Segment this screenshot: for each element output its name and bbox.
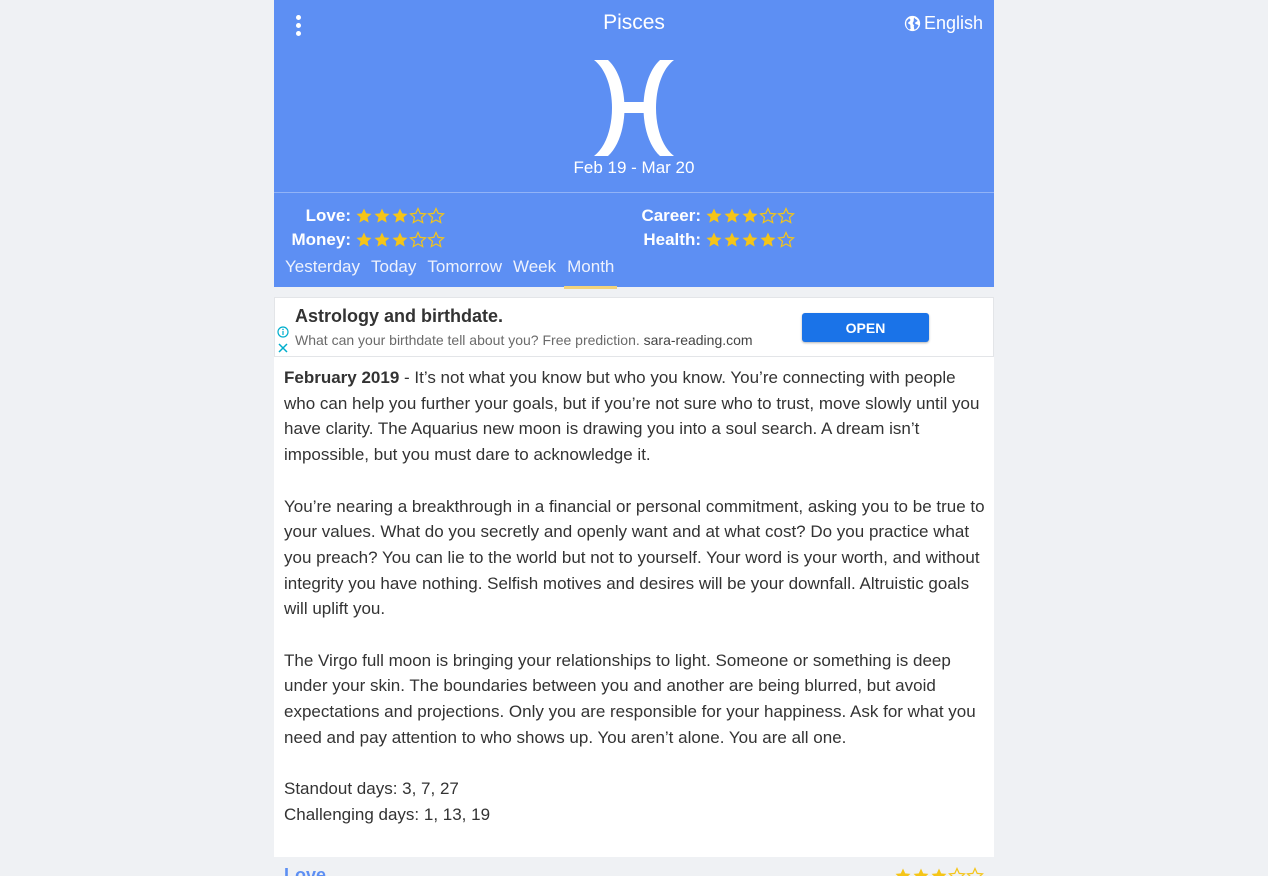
rating-stars: [355, 207, 445, 225]
date-range: Feb 19 - Mar 20: [573, 158, 695, 177]
close-icon[interactable]: [277, 342, 289, 354]
ad-banner[interactable]: Astrology and birthdate. What can your b…: [274, 297, 994, 357]
star-filled-icon: [724, 208, 740, 223]
star-filled-icon: [374, 208, 390, 223]
love-section-label[interactable]: Love: [284, 865, 326, 876]
love-section: Love: [274, 857, 994, 876]
star-filled-icon: [724, 232, 740, 247]
star-filled-icon: [895, 868, 911, 876]
star-filled-icon: [760, 232, 776, 247]
rating-label: Money:: [291, 230, 352, 249]
star-filled-icon: [931, 868, 947, 876]
challenging-days: Challenging days: 1, 13, 19: [284, 804, 491, 824]
rating-stars: [355, 231, 445, 249]
star-filled-icon: [742, 232, 758, 247]
horoscope-period: February 2019: [284, 368, 400, 387]
star-empty-icon: [427, 207, 445, 224]
love-section-stars: [894, 867, 984, 876]
star-empty-icon: [948, 867, 966, 876]
rating-love: Love:: [274, 205, 445, 227]
standout-days: Standout days: 3, 7, 27: [284, 779, 459, 799]
tab-month[interactable]: Month: [564, 257, 618, 289]
tab-tomorrow[interactable]: Tomorrow: [424, 257, 505, 283]
star-empty-icon: [777, 207, 795, 224]
star-empty-icon: [759, 207, 777, 224]
language-label: English: [923, 13, 983, 33]
star-empty-icon: [966, 867, 984, 876]
star-filled-icon: [742, 208, 758, 223]
app-container: Pisces English Feb 19 - Mar 20 Love: Car…: [274, 0, 994, 876]
globe-icon: [904, 15, 921, 32]
ad-domain[interactable]: sara-reading.com: [644, 332, 753, 348]
page-title: Pisces: [603, 11, 665, 34]
ad-description: What can your birthdate tell about you? …: [295, 332, 753, 348]
rating-stars: [705, 207, 795, 225]
star-filled-icon: [392, 232, 408, 247]
star-empty-icon: [777, 231, 795, 248]
paragraph-3: The Virgo full moon is bringing your rel…: [284, 650, 976, 747]
info-icon[interactable]: [277, 326, 289, 338]
rating-label: Career:: [641, 206, 701, 225]
tab-yesterday[interactable]: Yesterday: [282, 257, 363, 283]
rating-stars: [705, 231, 795, 249]
star-filled-icon: [913, 868, 929, 876]
rating-label: Love:: [305, 206, 351, 225]
star-filled-icon: [706, 232, 722, 247]
ad-description-text: What can your birthdate tell about you? …: [295, 332, 640, 348]
rating-health: Health:: [624, 229, 795, 251]
tab-week[interactable]: Week: [510, 257, 559, 283]
divider: [274, 192, 994, 193]
paragraph-1: February 2019 - It’s not what you know b…: [284, 365, 988, 468]
rating-money: Money:: [274, 229, 445, 251]
language-selector[interactable]: English: [904, 13, 983, 34]
star-empty-icon: [409, 207, 427, 224]
star-empty-icon: [427, 231, 445, 248]
star-empty-icon: [409, 231, 427, 248]
star-filled-icon: [356, 208, 372, 223]
ad-title[interactable]: Astrology and birthdate.: [295, 306, 503, 327]
horoscope-text: February 2019 - It’s not what you know b…: [284, 365, 988, 828]
rating-career: Career:: [624, 205, 795, 227]
paragraph-2: You’re nearing a breakthrough in a finan…: [284, 496, 985, 619]
ad-open-button[interactable]: OPEN: [802, 313, 929, 342]
star-filled-icon: [706, 208, 722, 223]
horoscope-content: February 2019 - It’s not what you know b…: [274, 357, 994, 857]
period-tabs: Yesterday Today Tomorrow Week Month: [282, 257, 622, 289]
header: Pisces English Feb 19 - Mar 20 Love: Car…: [274, 0, 994, 289]
star-filled-icon: [374, 232, 390, 247]
star-filled-icon: [392, 208, 408, 223]
rating-label: Health:: [643, 230, 701, 249]
pisces-glyph-icon: [594, 60, 674, 156]
star-filled-icon: [356, 232, 372, 247]
tab-today[interactable]: Today: [368, 257, 419, 283]
